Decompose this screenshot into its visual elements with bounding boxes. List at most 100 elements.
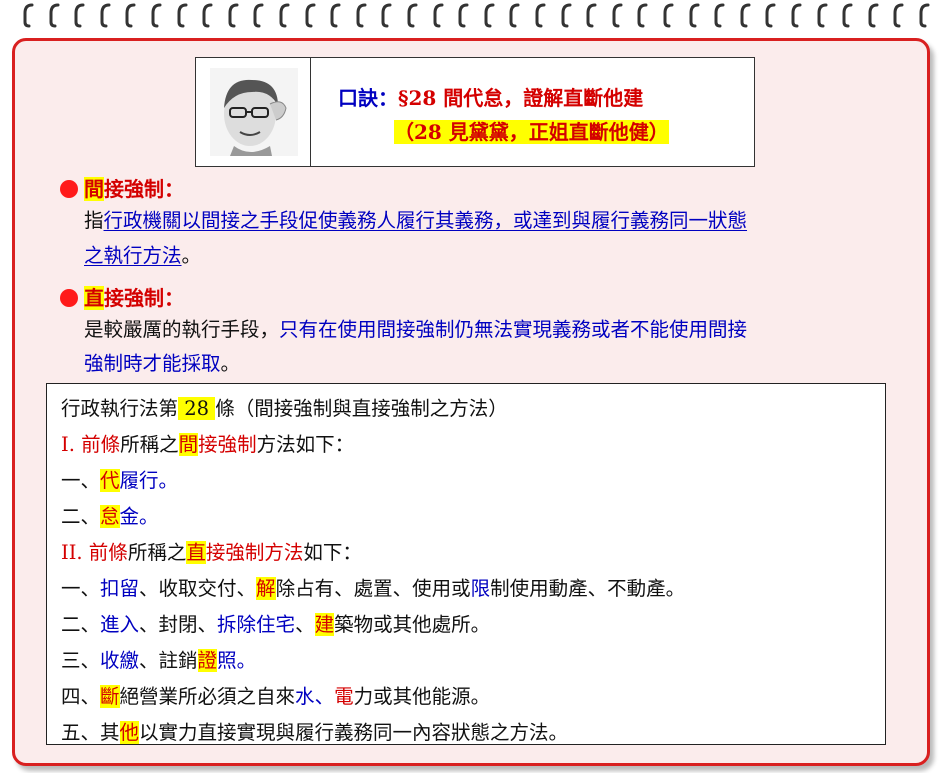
d2-d: 、 [295,613,315,636]
spiral-ring-icon [304,2,318,28]
law-article-box: 行政執行法第 28 條（間接強制與直接強制之方法） I. 前條所稱之間接強制方法… [46,383,886,745]
i1-pre: 一、 [61,469,101,492]
s1-b: 接強制 [198,433,257,456]
indirect-title: 間接強制： [60,173,184,202]
red-dot-icon [60,289,78,307]
indirect-desc-2: 之執行方法 [84,244,182,267]
mnemonic-line-2: （28 見黛黛，正姐直斷他健） [394,116,669,145]
spiral-ring-icon [176,2,190,28]
d5-hl: 他 [119,721,140,744]
i2-pre: 二、 [61,505,101,528]
s2-b: 接強制方法 [205,541,304,564]
spiral-ring-icon [48,2,62,28]
law-item-i2: 二、怠金。 [61,500,159,529]
d4-c: 、 [314,685,335,708]
spiral-ring-icon [432,2,446,28]
direct-desc-line1: 是較嚴厲的執行手段，只有在使用間接強制仍無法實現義務或者不能使用間接 [84,313,747,347]
d3-c: 照。 [217,649,257,672]
spiral-ring-icon [457,2,471,28]
spiral-ring-icon [764,2,778,28]
d1-pre: 一、 [61,577,101,600]
spiral-ring-icon [252,2,266,28]
law-section-2: II. 前條所稱之直接強制方法如下： [61,536,362,565]
d2-pre: 二、 [61,613,101,636]
direct-desc-2b: 。 [220,352,241,375]
law-heading-b: 條（間接強制與直接強制之方法） [215,397,508,420]
s2-a: 所稱之 [127,541,187,564]
mnemonic-label: 口訣： [338,86,398,110]
mnemonic-line2-hl: 正姐直斷他健） [528,120,669,144]
d4-hl: 斷 [100,685,120,708]
d5-a: 以實力直接實現與履行義務同一內容狀態之方法。 [139,721,569,744]
indirect-desc-line2: 之執行方法。 [84,239,201,273]
law-item-d2: 二、進入、封閉、拆除住宅、建築物或其他處所。 [61,608,490,637]
indirect-desc-end: 。 [181,244,202,267]
spiral-ring-icon [201,2,215,28]
indirect-desc-1: 行政機關以間接之手段促使義務人履行其義務，或達到與履行義務同一狀態 [103,209,748,232]
author-photo [210,68,298,156]
mnemonic-line-1: 口訣：§28 間代怠，證解直斷他建 [338,82,643,111]
direct-desc-line2: 強制時才能採取。 [84,347,240,381]
direct-desc-2a: 強制時才能採取 [84,352,221,375]
spiral-ring-icon [355,2,369,28]
direct-title-hl: 直 [84,286,104,310]
spiral-ring-icon [508,2,522,28]
i1-hl: 代 [100,469,120,492]
mnemonic-line2-open: （28 見黛黛， [394,120,529,144]
i2-hl: 怠 [100,505,120,528]
d2-b: 、封閉、 [139,613,218,636]
spiral-ring-icon [329,2,343,28]
d4-pre: 四、 [61,685,101,708]
law-item-i1: 一、代履行。 [61,464,178,493]
d1-a: 扣留 [100,577,140,600]
spiral-ring-icon [662,2,676,28]
spiral-ring-icon [816,2,830,28]
indirect-title-hl: 間 [84,177,104,201]
d1-hl: 解 [256,577,276,600]
d4-e: 力或其他能源。 [353,685,491,708]
notebook-page: 口訣：§28 間代怠，證解直斷他建 （28 見黛黛，正姐直斷他健） 間接強制： … [0,0,944,773]
i2-post: 金。 [119,505,159,528]
mnemonic-box: 口訣：§28 間代怠，證解直斷他建 （28 見黛黛，正姐直斷他健） [195,57,755,167]
d1-b: 、收取交付、 [139,577,257,600]
d3-hl: 證 [197,649,218,672]
i1-post: 履行。 [119,469,179,492]
law-item-d1: 一、扣留、收取交付、解除占有、處置、使用或限制使用動產、不動產。 [61,572,685,601]
spiral-ring-icon [73,2,87,28]
spiral-ring-icon [380,2,394,28]
indirect-title-rest: 接強制： [104,177,184,201]
direct-title-rest: 接強制： [104,286,184,310]
law-section-1: I. 前條所稱之間接強制方法如下： [61,428,354,457]
d3-pre: 三、 [61,649,101,672]
s1-num: I. 前條 [61,433,121,456]
spiral-ring-icon [124,2,138,28]
spiral-ring-icon [483,2,497,28]
d1-d: 限 [470,577,491,600]
spiral-ring-icon [688,2,702,28]
spiral-ring-icon [406,2,420,28]
spiral-ring-icon [22,2,36,28]
law-heading-num: 28 [178,397,216,420]
d1-e: 制使用動產、不動產。 [490,577,686,600]
s2-num: II. 前條 [61,541,128,564]
law-heading-a: 行政執行法第 [61,397,179,420]
direct-desc-1a: 是較嚴厲的執行手段， [84,318,280,341]
d2-a: 進入 [100,613,140,636]
d2-e: 築物或其他處所。 [334,613,491,636]
s1-c: 方法如下： [256,433,355,456]
s2-c: 如下： [303,541,362,564]
spiral-ring-icon [790,2,804,28]
law-item-d3: 三、收繳、註銷證照。 [61,644,256,673]
spiral-ring-icon [713,2,727,28]
spiral-ring-icon [892,2,906,28]
direct-title: 直接強制： [60,282,184,311]
spiral-ring-icon [150,2,164,28]
spiral-ring-icon [534,2,548,28]
indirect-desc-prefix: 指 [84,209,104,232]
s2-hl: 直 [186,541,206,564]
photo-cell [196,58,311,166]
s1-a: 所稱之 [120,433,179,456]
d4-d: 電 [334,685,354,708]
d2-hl: 建 [314,613,335,636]
spiral-ring-icon [560,2,574,28]
